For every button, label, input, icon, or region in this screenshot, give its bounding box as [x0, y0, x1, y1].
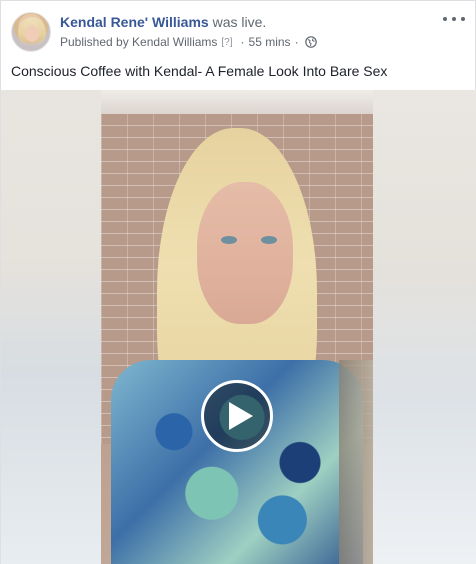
more-options-icon[interactable]	[443, 11, 465, 27]
post-title-line: Kendal Rene' Williams was live.	[60, 14, 266, 30]
video-ceiling	[101, 90, 373, 114]
video-blur-right	[373, 90, 476, 564]
play-icon	[228, 402, 253, 430]
post-text: Conscious Coffee with Kendal- A Female L…	[11, 63, 388, 79]
play-button[interactable]	[201, 380, 273, 452]
author-avatar[interactable]	[11, 12, 51, 52]
chair-back	[339, 360, 373, 564]
author-name-link[interactable]: Kendal Rene' Williams	[60, 14, 209, 30]
person-face	[197, 182, 293, 324]
globe-icon[interactable]	[304, 36, 317, 48]
help-marker[interactable]: [?]	[221, 37, 232, 48]
person-eye-left	[221, 236, 237, 244]
post-timestamp[interactable]: 55 mins	[249, 35, 291, 49]
video-blur-left	[1, 90, 101, 564]
more-dot	[452, 17, 456, 21]
published-by-text: Published by Kendal Williams	[60, 35, 218, 49]
more-dot	[461, 17, 465, 21]
meta-separator: ·	[240, 35, 245, 49]
video-frame	[101, 90, 373, 564]
post-header: Kendal Rene' Williams was live. Publishe…	[1, 1, 475, 57]
meta-separator: ·	[294, 35, 299, 49]
video-player[interactable]	[1, 90, 476, 564]
person-eye-right	[261, 236, 277, 244]
more-dot	[443, 17, 447, 21]
live-status-text: was live.	[212, 14, 267, 30]
avatar-face	[25, 25, 39, 42]
post-card: Kendal Rene' Williams was live. Publishe…	[0, 0, 476, 564]
post-meta: Published by Kendal Williams [?] · 55 mi…	[60, 35, 317, 49]
